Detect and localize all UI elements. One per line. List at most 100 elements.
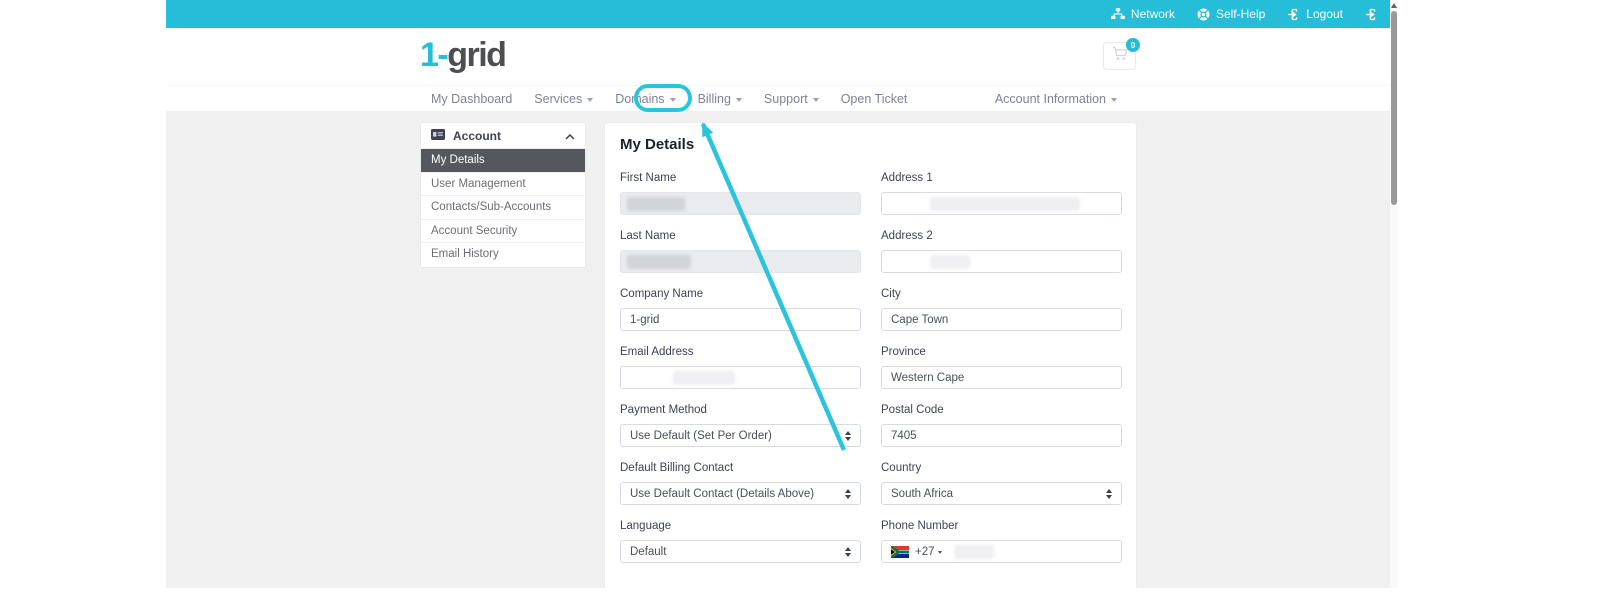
- field-label-province: Province: [881, 344, 1122, 361]
- sidebar-item-account-security[interactable]: Account Security: [421, 220, 585, 244]
- nav-item-billing[interactable]: Billing: [687, 86, 753, 112]
- sidebar-items: My DetailsUser ManagementContacts/Sub-Ac…: [421, 149, 585, 267]
- nav-item-open-ticket[interactable]: Open Ticket: [830, 86, 919, 112]
- nav-item-my-dashboard[interactable]: My Dashboard: [420, 86, 523, 112]
- topbar-links: Network Self-Help Logout: [1111, 7, 1378, 21]
- select-updown-icon: [845, 431, 851, 441]
- field-label-phone-number: Phone Number: [881, 518, 1122, 535]
- cart-button[interactable]: 0: [1103, 42, 1136, 70]
- form-column-left: First NameLast NameCompany Name1-gridEma…: [620, 170, 861, 576]
- field-label-address-2: Address 2: [881, 228, 1122, 245]
- my-details-card: My Details First NameLast NameCompany Na…: [604, 122, 1137, 588]
- address-2-input[interactable]: [881, 250, 1122, 273]
- field-label-language: Language: [620, 518, 861, 535]
- chevron-down-icon: [670, 98, 676, 102]
- redacted-text: [954, 545, 994, 559]
- field-default-billing-contact: Default Billing Contact Use Default Conta…: [620, 460, 861, 505]
- field-phone-number: Phone Number +27: [881, 518, 1122, 563]
- topbar-link-self-help[interactable]: Self-Help: [1197, 7, 1265, 21]
- cart-icon: [1112, 46, 1128, 66]
- scrollbar-up-arrow[interactable]: [1391, 3, 1397, 8]
- topbar-link-network[interactable]: Network: [1111, 7, 1175, 21]
- postal-code-input[interactable]: 7405: [881, 424, 1122, 447]
- input-value: 1-grid: [630, 314, 659, 326]
- topbar-link-logout[interactable]: Logout: [1287, 7, 1343, 21]
- site-header: 1-grid 0: [166, 28, 1390, 85]
- form-column-right: Address 1 Address 2 City Cape Town Province W…: [881, 170, 1122, 576]
- topbar-link-label: Logout: [1306, 7, 1343, 21]
- default-billing-contact-select[interactable]: Use Default Contact (Details Above): [620, 482, 861, 505]
- select-updown-icon: [845, 489, 851, 499]
- logout-icon: [1287, 8, 1300, 21]
- field-country: CountrySouth Africa: [881, 460, 1122, 505]
- scrollbar[interactable]: [1390, 0, 1398, 588]
- content-area: Account My DetailsUser ManagementContact…: [166, 111, 1390, 588]
- redacted-text: [930, 197, 1080, 211]
- sidebar-header-label: Account: [453, 129, 501, 143]
- nav-item-domains[interactable]: Domains: [604, 86, 686, 112]
- sidebar-item-contacts-sub-accounts[interactable]: Contacts/Sub-Accounts: [421, 196, 585, 220]
- nav-item-support[interactable]: Support: [753, 86, 830, 112]
- last-name-input: [620, 250, 861, 273]
- field-label-payment-method: Payment Method: [620, 402, 861, 419]
- sidebar-item-email-history[interactable]: Email History: [421, 243, 585, 267]
- nav-item-label: Domains: [615, 92, 664, 106]
- dial-code-caret-icon: [938, 551, 942, 554]
- first-name-input: [620, 192, 861, 215]
- select-updown-icon: [1106, 489, 1112, 499]
- select-value: Use Default (Set Per Order): [630, 430, 772, 442]
- field-city: City Cape Town: [881, 286, 1122, 331]
- nav-item-label: Billing: [698, 92, 731, 106]
- chevron-down-icon: [1111, 98, 1117, 102]
- page: Network Self-Help Logout 1-grid 0: [166, 0, 1390, 588]
- company-name-input[interactable]: 1-grid: [620, 308, 861, 331]
- phone-number-input[interactable]: +27: [881, 540, 1122, 563]
- field-label-email-address: Email Address: [620, 344, 861, 361]
- nav-item-account-information[interactable]: Account Information: [984, 86, 1128, 112]
- language-select[interactable]: Default: [620, 540, 861, 563]
- nav-item-label: Account Information: [995, 92, 1106, 106]
- input-value: Western Cape: [891, 372, 964, 384]
- nav-item-services[interactable]: Services: [523, 86, 604, 112]
- scrollbar-thumb[interactable]: [1391, 11, 1397, 205]
- field-label-postal-code: Postal Code: [881, 402, 1122, 419]
- address-1-input[interactable]: [881, 192, 1122, 215]
- logo-prefix: 1-: [420, 36, 447, 74]
- province-input[interactable]: Western Cape: [881, 366, 1122, 389]
- field-first-name: First Name: [620, 170, 861, 215]
- nav-item-label: Services: [534, 92, 582, 106]
- redacted-text: [673, 371, 735, 385]
- sidebar-item-my-details[interactable]: My Details: [421, 149, 585, 173]
- sidebar-item-user-management[interactable]: User Management: [421, 173, 585, 197]
- nav-items: My Dashboard Services Domains Billing Suppor…: [420, 86, 918, 112]
- payment-method-select[interactable]: Use Default (Set Per Order): [620, 424, 861, 447]
- city-input[interactable]: Cape Town: [881, 308, 1122, 331]
- id-card-icon: [431, 129, 445, 143]
- chevron-down-icon: [813, 98, 819, 102]
- redacted-text: [627, 255, 691, 269]
- chevron-up-icon: [565, 129, 575, 143]
- nav-item-label: My Dashboard: [431, 92, 512, 106]
- logo[interactable]: 1-grid: [420, 34, 505, 76]
- field-company-name: Company Name 1-grid: [620, 286, 861, 331]
- network-icon: [1111, 8, 1125, 20]
- field-label-address-1: Address 1: [881, 170, 1122, 187]
- topbar: Network Self-Help Logout: [166, 0, 1390, 28]
- select-value: South Africa: [891, 488, 953, 500]
- country-select[interactable]: South Africa: [881, 482, 1122, 505]
- redacted-text: [930, 255, 970, 269]
- field-label-city: City: [881, 286, 1122, 303]
- help-icon: [1197, 8, 1210, 21]
- card-title: My Details: [620, 136, 1122, 153]
- topbar-signout-icon-button[interactable]: [1365, 8, 1378, 21]
- field-address-1: Address 1: [881, 170, 1122, 215]
- field-label-default-billing-contact: Default Billing Contact: [620, 460, 861, 477]
- field-province: Province Western Cape: [881, 344, 1122, 389]
- sidebar-header-account[interactable]: Account: [421, 123, 585, 149]
- select-value: Use Default Contact (Details Above): [630, 488, 814, 500]
- nav-right: Account Information: [984, 86, 1128, 112]
- field-language: Language Default: [620, 518, 861, 563]
- email-address-input[interactable]: [620, 366, 861, 389]
- field-label-company-name: Company Name: [620, 286, 861, 303]
- cart-badge: 0: [1126, 38, 1140, 52]
